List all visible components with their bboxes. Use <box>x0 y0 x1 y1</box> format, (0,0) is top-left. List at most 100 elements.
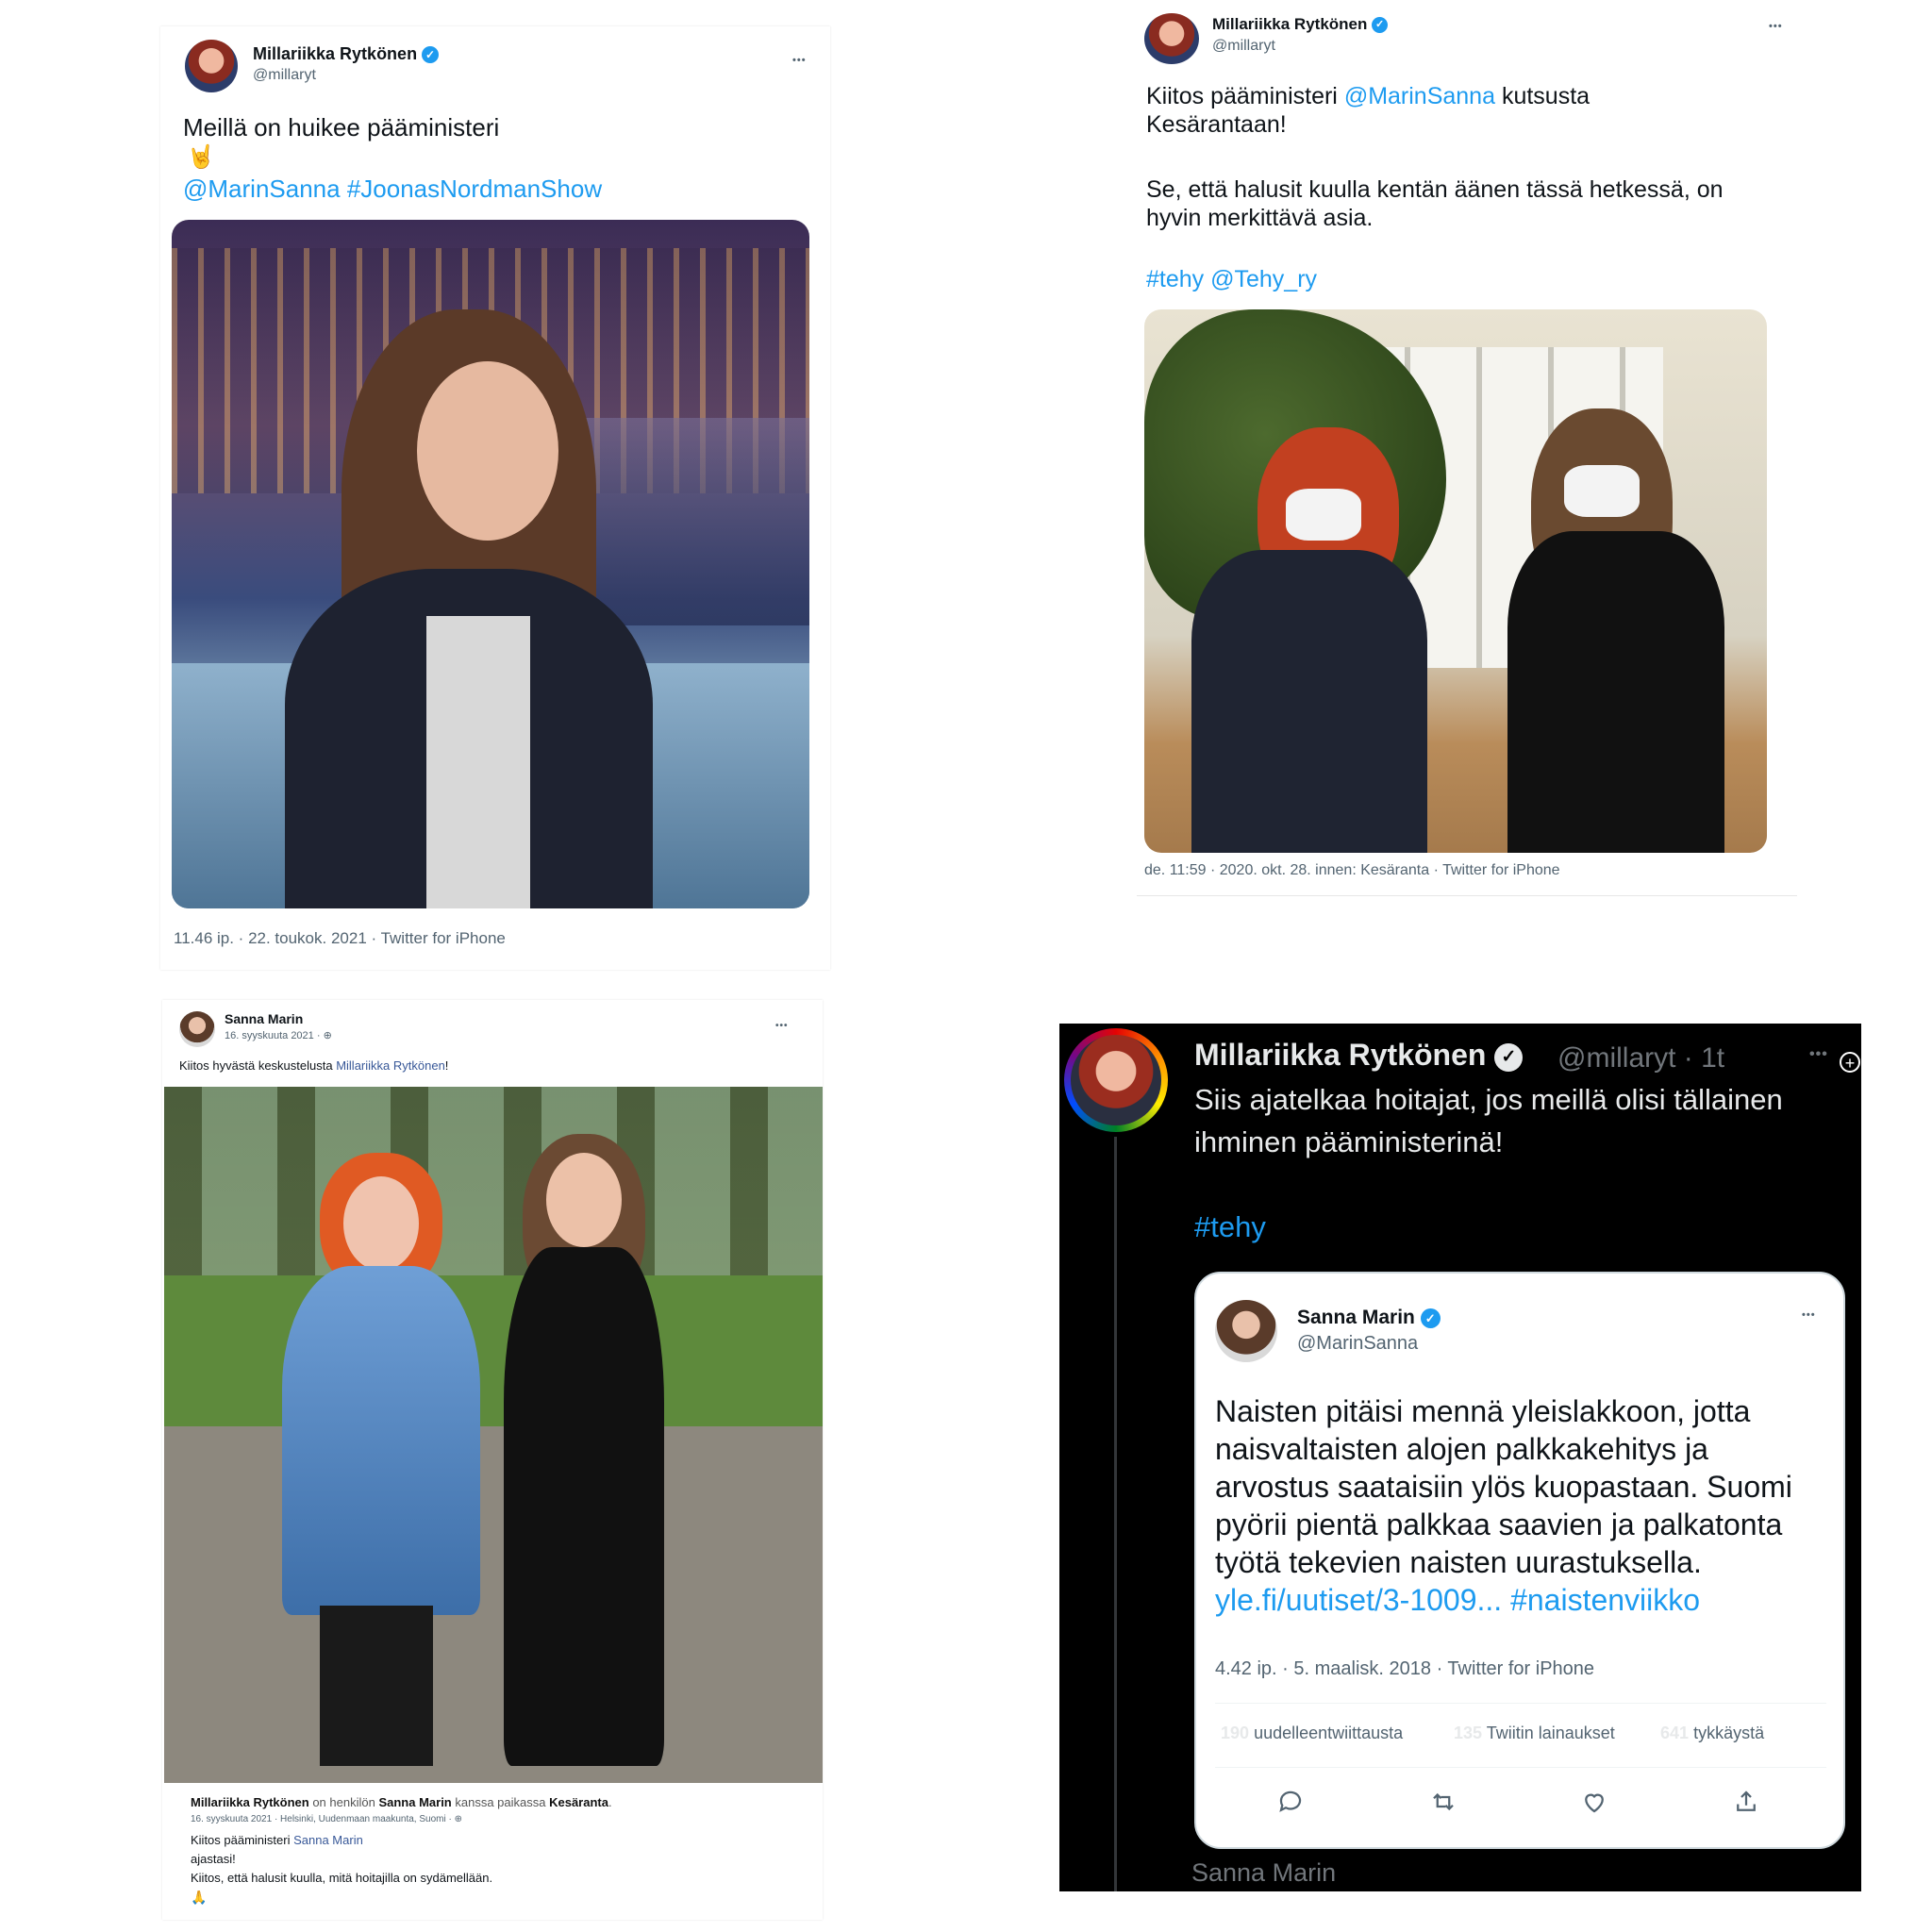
divider <box>1215 1767 1826 1768</box>
quoted-author-handle[interactable]: @MarinSanna <box>1297 1333 1418 1355</box>
reply-icon[interactable] <box>1276 1788 1305 1816</box>
count-number: 190 <box>1221 1724 1250 1742</box>
mention-link[interactable]: @MarinSanna <box>183 175 341 203</box>
count-number: 641 <box>1660 1724 1690 1742</box>
article-link[interactable]: yle.fi/uutiset/3-1009... <box>1215 1583 1502 1617</box>
tweet-text-line: ihminen pääministerinä! <box>1194 1125 1504 1158</box>
retweet-count[interactable]: 190 uudelleentwiittausta <box>1221 1724 1403 1743</box>
quoted-author-name[interactable]: Sanna Marin ✓ <box>1297 1307 1441 1329</box>
text-segment: Kiitos pääministeri <box>1146 83 1344 109</box>
photo-person-shirt <box>426 616 530 908</box>
globe-icon: ⊕ <box>454 1814 462 1824</box>
author-name-text: Millariikka Rytkönen <box>253 44 418 63</box>
tweet-text-line: Kesärantaan! <box>1146 111 1287 138</box>
add-circle-icon[interactable]: + <box>1840 1052 1860 1073</box>
thread-footer-name[interactable]: Sanna Marin <box>1191 1858 1336 1888</box>
more-options-icon[interactable]: ••• <box>1809 1046 1828 1063</box>
photo-person-face <box>417 361 558 541</box>
shared-tagged-link[interactable]: Sanna Marin <box>378 1795 451 1809</box>
more-options-icon[interactable]: ••• <box>792 55 807 66</box>
photo-person-left-dress <box>282 1266 480 1615</box>
facebook-post: Sanna Marin 16. syyskuuta 2021 · ⊕ ••• K… <box>162 1000 823 1920</box>
text-segment: kutsusta <box>1495 83 1591 109</box>
shared-author-link[interactable]: Millariikka Rytkönen <box>191 1795 309 1809</box>
mention-link[interactable]: @MarinSanna <box>1344 83 1495 109</box>
share-icon[interactable] <box>1732 1788 1760 1816</box>
count-number: 135 <box>1454 1724 1483 1742</box>
shared-emoji: 🙏 <box>191 1890 208 1905</box>
tweet-text-line: Siis ajatelkaa hoitajat, jos meillä olis… <box>1194 1083 1783 1116</box>
shared-text-line: Kiitos pääministeri Sanna Marin <box>191 1833 363 1847</box>
avatar[interactable] <box>1215 1300 1277 1362</box>
tweet-timestamp[interactable]: de. 11:59 · 2020. okt. 28. innen: Kesära… <box>1144 862 1560 879</box>
shared-date-text: 16. syyskuuta 2021 · Helsinki, Uudenmaan… <box>191 1814 455 1824</box>
tweet-timestamp[interactable]: 11.46 ip. · 22. toukok. 2021 · Twitter f… <box>174 929 506 948</box>
quoted-link-line: yle.fi/uutiset/3-1009... #naistenviikko <box>1215 1583 1700 1618</box>
text-segment: ! <box>444 1058 449 1073</box>
tweet-card-2: Millariikka Rytkönen ✓ @millaryt ••• Kii… <box>1137 0 1797 896</box>
tweet-photo[interactable] <box>1144 309 1767 853</box>
avatar[interactable] <box>1144 13 1199 64</box>
text-segment: kanssa paikassa <box>451 1795 550 1809</box>
hashtag-link[interactable]: #naistenviikko <box>1510 1583 1700 1617</box>
more-options-icon[interactable]: ••• <box>1802 1309 1816 1321</box>
photo-person-left-face <box>343 1176 419 1271</box>
avatar-photo <box>1071 1035 1161 1125</box>
quoted-text-line: pyörii pientä palkkaa saavien ja palkato… <box>1215 1507 1783 1541</box>
tweet-tags[interactable]: #tehy @Tehy_ry <box>1146 266 1317 293</box>
tweet-tags: @MarinSanna #JoonasNordmanShow <box>183 175 602 204</box>
post-date[interactable]: 16. syyskuuta 2021 · ⊕ <box>225 1029 332 1041</box>
like-count[interactable]: 641 tykkäystä <box>1660 1724 1764 1743</box>
avatar[interactable] <box>185 40 238 92</box>
avatar[interactable] <box>1064 1028 1168 1132</box>
quoted-timestamp[interactable]: 4.42 ip. · 5. maalisk. 2018 · Twitter fo… <box>1215 1658 1594 1680</box>
tweet-text-line: Se, että halusit kuulla kentän äänen täs… <box>1146 176 1724 203</box>
author-handle[interactable]: @millaryt · 1t <box>1557 1042 1724 1074</box>
author-name[interactable]: Millariikka Rytkönen ✓ <box>253 44 440 64</box>
quoted-text-line: Naisten pitäisi mennä yleislakkoon, jott… <box>1215 1394 1751 1428</box>
count-label: Twiitin lainaukset <box>1486 1724 1615 1742</box>
photo-person-right-face <box>546 1153 622 1247</box>
tweet-text-line: Kiitos pääministeri @MarinSanna kutsusta <box>1146 83 1590 110</box>
hashtag-link[interactable]: #tehy <box>1194 1210 1266 1244</box>
photo-trees <box>164 1087 823 1294</box>
verified-icon: ✓ <box>1372 17 1389 34</box>
author-name-text: Millariikka Rytkönen <box>1194 1038 1487 1072</box>
verified-icon: ✓ <box>1494 1042 1524 1072</box>
post-date-text: 16. syyskuuta 2021 · <box>225 1030 324 1041</box>
author-name-text: Millariikka Rytkönen <box>1212 15 1368 33</box>
quote-count[interactable]: 135 Twiitin lainaukset <box>1454 1724 1615 1743</box>
shared-date[interactable]: 16. syyskuuta 2021 · Helsinki, Uudenmaan… <box>191 1814 462 1824</box>
photo-person-right-dress <box>1507 531 1724 853</box>
globe-icon: ⊕ <box>323 1030 332 1041</box>
like-icon[interactable] <box>1580 1788 1608 1816</box>
author-name[interactable]: Millariikka Rytkönen ✓ <box>1194 1038 1524 1073</box>
more-options-icon[interactable]: ••• <box>775 1021 789 1031</box>
author-handle[interactable]: @millaryt <box>253 67 316 84</box>
dark-tweet-card: Millariikka Rytkönen ✓ @millaryt · 1t ••… <box>1059 1024 1861 1891</box>
thread-line <box>1114 1137 1117 1891</box>
photo-person-left-legs <box>320 1606 433 1766</box>
retweet-icon[interactable] <box>1427 1788 1459 1816</box>
author-handle[interactable]: @millaryt <box>1212 38 1275 55</box>
text-segment: . <box>608 1795 612 1809</box>
photo-person-right-mask <box>1564 465 1640 517</box>
tagged-person-link[interactable]: Millariikka Rytkönen <box>336 1058 445 1073</box>
hashtag-link[interactable]: #JoonasNordmanShow <box>347 175 602 203</box>
shared-place-link[interactable]: Kesäranta <box>549 1795 608 1809</box>
author-name[interactable]: Millariikka Rytkönen ✓ <box>1212 15 1389 34</box>
tweet-card-1: Millariikka Rytkönen ✓ @millaryt ••• Mei… <box>160 26 830 970</box>
author-name[interactable]: Sanna Marin <box>225 1011 303 1026</box>
quoted-text-line: naisvaltaisten alojen palkkakehitys ja <box>1215 1432 1708 1466</box>
avatar[interactable] <box>179 1011 215 1047</box>
post-photo[interactable] <box>164 1087 823 1783</box>
tweet-emoji: 🤘 <box>187 144 215 170</box>
more-options-icon[interactable]: ••• <box>1769 21 1783 32</box>
photo-person-right-outfit <box>504 1247 664 1766</box>
quoted-text-line: työtä tekevien naisten uurastuksella. <box>1215 1545 1702 1579</box>
tagged-person-link[interactable]: Sanna Marin <box>293 1833 363 1847</box>
shared-text-line: ajastasi! <box>191 1852 236 1866</box>
tweet-text-line: Meillä on huikee pääministeri <box>183 113 500 142</box>
tweet-photo[interactable] <box>172 220 809 908</box>
quoted-tweet[interactable]: Sanna Marin ✓ @MarinSanna ••• Naisten pi… <box>1194 1272 1845 1849</box>
